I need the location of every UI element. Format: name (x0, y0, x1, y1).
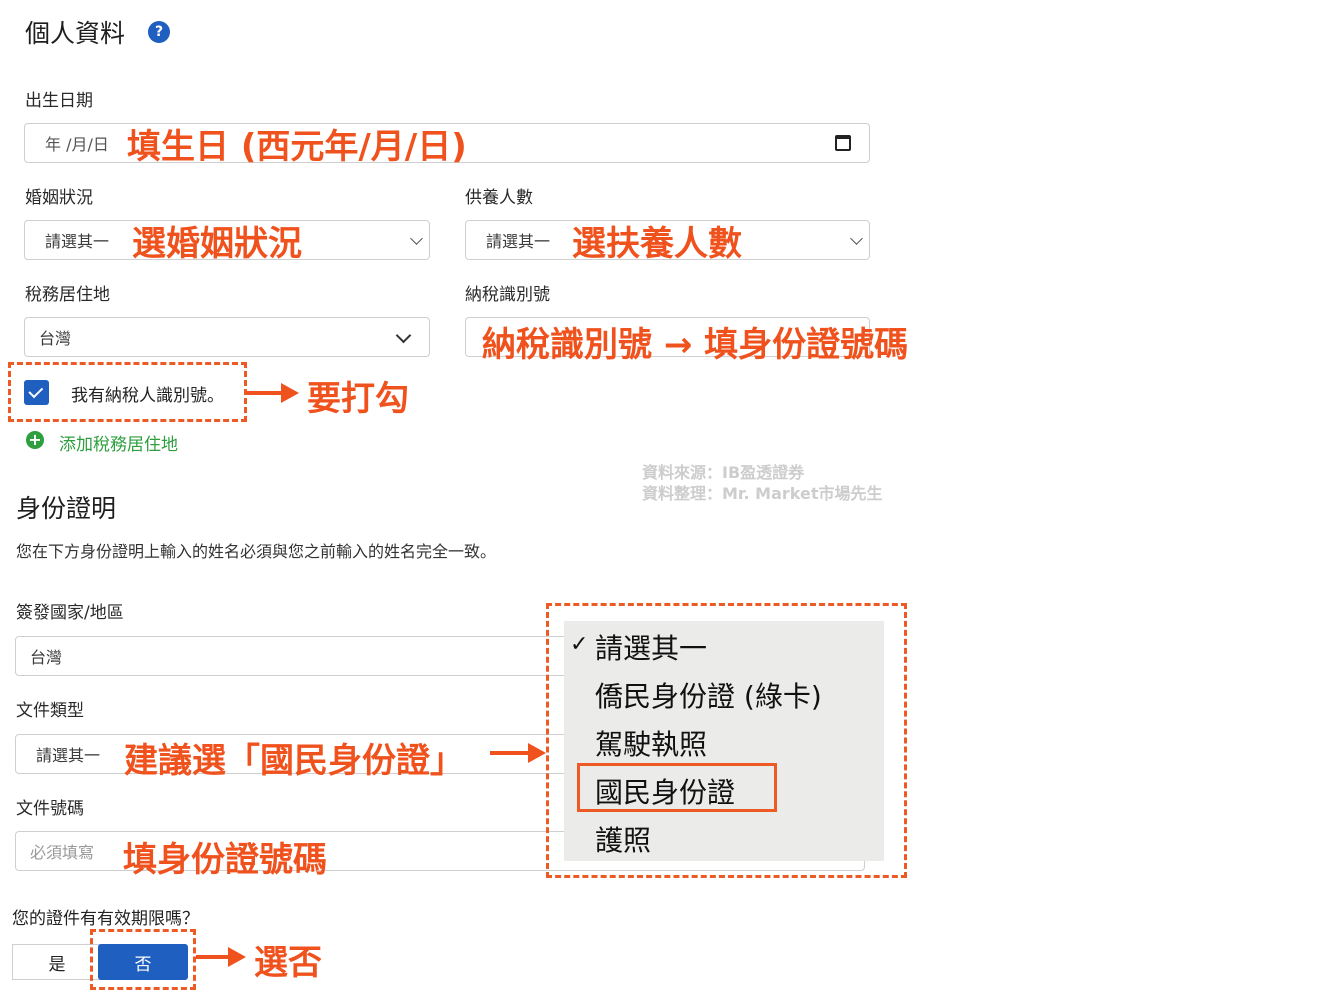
has-tax-id-label: 我有納稅人識別號。 (71, 386, 224, 406)
doc-number-label: 文件號碼 (16, 799, 84, 819)
option-highlight-box (577, 763, 777, 812)
expiry-annotation: 選否 (254, 943, 322, 983)
tax-residence-value: 台灣 (39, 329, 72, 348)
identity-description: 您在下方身份證明上輸入的姓名必須與您之前輸入的姓名完全一致。 (16, 542, 497, 561)
arrow-line (247, 391, 283, 395)
doc-number-annotation: 填身份證號碼 (123, 840, 327, 880)
page-title: 個人資料 (25, 19, 126, 48)
arrow-right-icon (281, 383, 299, 403)
checkmark-icon: ✓ (570, 632, 589, 657)
doc-number-placeholder: 必須填寫 (30, 843, 95, 862)
marital-value: 請選其一 (45, 232, 110, 251)
add-circle-icon[interactable]: + (26, 431, 44, 449)
yes-button[interactable]: 是 (12, 944, 102, 980)
expiry-question: 您的證件有有效期限嗎？ (12, 909, 199, 929)
watermark-line1: 資料來源：IB盈透證券 (642, 463, 805, 482)
watermark-line2: 資料整理：Mr. Market市場先生 (642, 484, 883, 503)
checkbox-annotation: 要打勾 (307, 379, 409, 419)
doc-type-label: 文件類型 (16, 701, 84, 721)
tax-residence-select[interactable]: 台灣 (24, 317, 430, 357)
add-tax-residence-link[interactable]: 添加稅務居住地 (59, 430, 178, 455)
marital-label: 婚姻狀況 (25, 188, 93, 208)
watermark: 資料來源：IB盈透證券 資料整理：Mr. Market市場先生 (642, 462, 883, 504)
arrow-right-icon (228, 947, 246, 967)
dropdown-option[interactable]: 駕駛執照 (595, 723, 707, 763)
dropdown-option[interactable]: 護照 (595, 819, 651, 859)
calendar-icon[interactable] (835, 135, 851, 151)
birthdate-label: 出生日期 (25, 91, 93, 111)
arrow-line (196, 955, 230, 959)
dependents-value: 請選其一 (486, 232, 551, 251)
help-icon[interactable]: ? (148, 21, 170, 43)
marital-annotation: 選婚姻狀況 (132, 224, 302, 264)
chevron-down-icon (395, 327, 412, 344)
arrow-line (490, 751, 530, 755)
birthdate-placeholder: 年 /月/日 (45, 135, 109, 154)
no-button[interactable]: 否 (98, 944, 188, 980)
issuing-country-value: 台灣 (30, 648, 63, 667)
doc-type-annotation: 建議選「國民身份證」 (124, 741, 464, 781)
dropdown-option[interactable]: 僑民身份證 (綠卡) (595, 675, 822, 715)
tax-id-annotation: 納稅識別號 → 填身份證號碼 (482, 325, 909, 365)
arrow-right-icon (528, 743, 546, 763)
identity-title: 身份證明 (16, 494, 117, 523)
dependents-label: 供養人數 (465, 188, 533, 208)
tax-residence-label: 稅務居住地 (25, 285, 110, 305)
chevron-down-icon (850, 232, 863, 245)
doc-type-dropdown[interactable]: ✓ 請選其一 僑民身份證 (綠卡) 駕駛執照 國民身份證 護照 (564, 621, 884, 861)
dropdown-option[interactable]: 請選其一 (595, 627, 707, 667)
chevron-down-icon (410, 232, 423, 245)
tax-id-label: 納稅識別號 (465, 285, 550, 305)
doc-type-value: 請選其一 (36, 746, 101, 765)
birthdate-annotation: 填生日 (西元年/月/日) (127, 127, 467, 167)
has-tax-id-checkbox[interactable] (24, 380, 49, 405)
issuing-country-label: 簽發國家/地區 (16, 603, 124, 623)
dependents-annotation: 選扶養人數 (572, 224, 742, 264)
